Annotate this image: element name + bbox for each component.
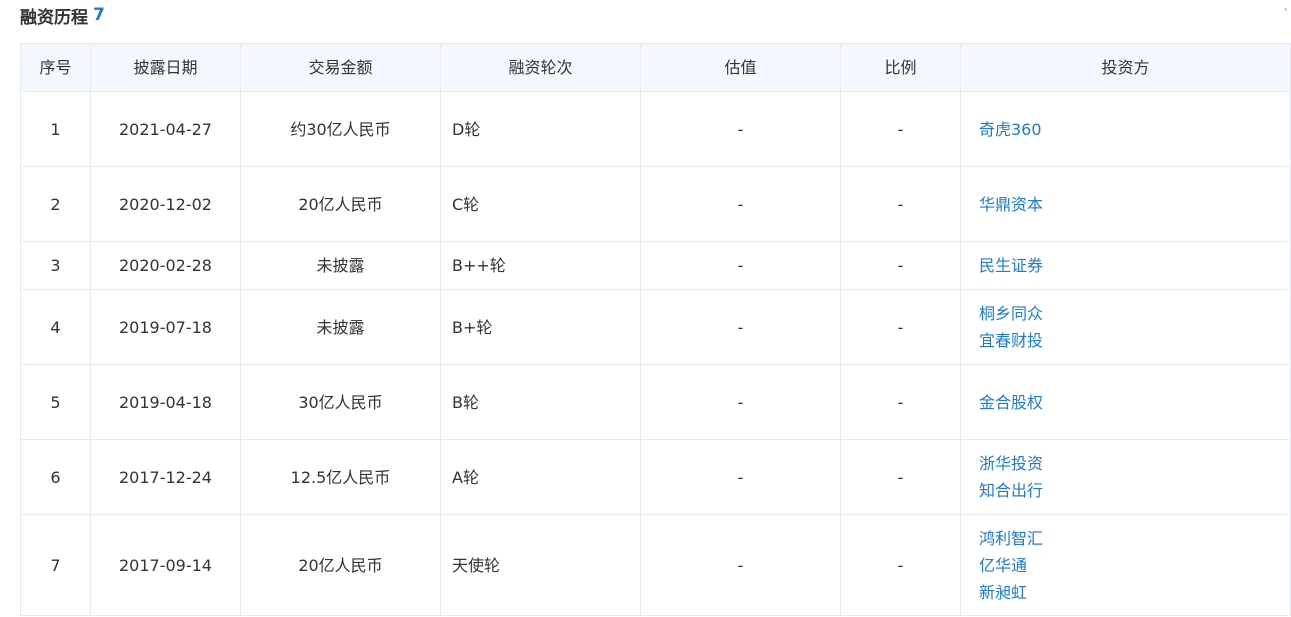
cell-ratio: - bbox=[840, 91, 961, 167]
cell-investors: 浙华投资 知合出行 bbox=[960, 439, 1291, 515]
cell-index: 2 bbox=[20, 166, 91, 242]
section-count-badge: 7 bbox=[93, 5, 105, 25]
cell-date: 2020-02-28 bbox=[90, 241, 241, 290]
financing-history-table: 序号 披露日期 交易金额 融资轮次 估值 比例 投资方 1 2021-04-27… bbox=[20, 43, 1291, 616]
table-row: 7 2017-09-14 20亿人民币 天使轮 - - 鸿利智汇 亿华通 新昶虹 bbox=[20, 514, 1291, 616]
cell-ratio: - bbox=[840, 439, 961, 515]
cell-investors: 鸿利智汇 亿华通 新昶虹 bbox=[960, 514, 1291, 616]
investor-link[interactable]: 鸿利智汇 bbox=[979, 525, 1290, 552]
cell-amount: 12.5亿人民币 bbox=[240, 439, 441, 515]
cell-amount: 30亿人民币 bbox=[240, 364, 441, 440]
column-header-round: 融资轮次 bbox=[440, 43, 641, 92]
investor-link[interactable]: 奇虎360 bbox=[979, 116, 1290, 143]
cell-date: 2021-04-27 bbox=[90, 91, 241, 167]
table-row: 5 2019-04-18 30亿人民币 B轮 - - 金合股权 bbox=[20, 364, 1291, 440]
cell-index: 7 bbox=[20, 514, 91, 616]
column-header-amount: 交易金额 bbox=[240, 43, 441, 92]
cell-ratio: - bbox=[840, 241, 961, 290]
corner-dot bbox=[1284, 8, 1287, 11]
cell-valuation: - bbox=[640, 289, 841, 365]
table-row: 2 2020-12-02 20亿人民币 C轮 - - 华鼎资本 bbox=[20, 166, 1291, 242]
cell-amount: 未披露 bbox=[240, 289, 441, 365]
cell-ratio: - bbox=[840, 364, 961, 440]
cell-index: 4 bbox=[20, 289, 91, 365]
column-header-valuation: 估值 bbox=[640, 43, 841, 92]
cell-investors: 桐乡同众 宜春财投 bbox=[960, 289, 1291, 365]
cell-index: 6 bbox=[20, 439, 91, 515]
cell-date: 2017-12-24 bbox=[90, 439, 241, 515]
investor-link[interactable]: 金合股权 bbox=[979, 389, 1290, 416]
cell-valuation: - bbox=[640, 166, 841, 242]
cell-index: 3 bbox=[20, 241, 91, 290]
cell-round: D轮 bbox=[440, 91, 641, 167]
column-header-investors: 投资方 bbox=[960, 43, 1291, 92]
cell-amount: 20亿人民币 bbox=[240, 166, 441, 242]
column-header-date: 披露日期 bbox=[90, 43, 241, 92]
cell-round: B+轮 bbox=[440, 289, 641, 365]
table-row: 1 2021-04-27 约30亿人民币 D轮 - - 奇虎360 bbox=[20, 91, 1291, 167]
table-row: 6 2017-12-24 12.5亿人民币 A轮 - - 浙华投资 知合出行 bbox=[20, 439, 1291, 515]
cell-amount: 未披露 bbox=[240, 241, 441, 290]
cell-round: C轮 bbox=[440, 166, 641, 242]
investor-link[interactable]: 民生证券 bbox=[979, 252, 1290, 279]
cell-round: A轮 bbox=[440, 439, 641, 515]
investor-link[interactable]: 亿华通 bbox=[979, 552, 1290, 579]
investor-link[interactable]: 桐乡同众 bbox=[979, 300, 1290, 327]
cell-amount: 约30亿人民币 bbox=[240, 91, 441, 167]
cell-amount: 20亿人民币 bbox=[240, 514, 441, 616]
section-header: 融资历程 7 bbox=[20, 2, 105, 28]
investor-link[interactable]: 新昶虹 bbox=[979, 579, 1290, 606]
cell-index: 5 bbox=[20, 364, 91, 440]
cell-round: 天使轮 bbox=[440, 514, 641, 616]
investor-link[interactable]: 知合出行 bbox=[979, 477, 1290, 504]
table-row: 3 2020-02-28 未披露 B++轮 - - 民生证券 bbox=[20, 241, 1291, 290]
cell-date: 2017-09-14 bbox=[90, 514, 241, 616]
cell-round: B++轮 bbox=[440, 241, 641, 290]
section-title: 融资历程 bbox=[20, 7, 88, 28]
cell-index: 1 bbox=[20, 91, 91, 167]
table-header-row: 序号 披露日期 交易金额 融资轮次 估值 比例 投资方 bbox=[20, 43, 1291, 92]
cell-date: 2020-12-02 bbox=[90, 166, 241, 242]
cell-valuation: - bbox=[640, 364, 841, 440]
cell-date: 2019-04-18 bbox=[90, 364, 241, 440]
cell-round: B轮 bbox=[440, 364, 641, 440]
cell-ratio: - bbox=[840, 289, 961, 365]
cell-valuation: - bbox=[640, 514, 841, 616]
cell-valuation: - bbox=[640, 91, 841, 167]
cell-ratio: - bbox=[840, 166, 961, 242]
column-header-ratio: 比例 bbox=[840, 43, 961, 92]
cell-investors: 华鼎资本 bbox=[960, 166, 1291, 242]
investor-link[interactable]: 浙华投资 bbox=[979, 450, 1290, 477]
table-row: 4 2019-07-18 未披露 B+轮 - - 桐乡同众 宜春财投 bbox=[20, 289, 1291, 365]
cell-investors: 金合股权 bbox=[960, 364, 1291, 440]
cell-valuation: - bbox=[640, 439, 841, 515]
cell-date: 2019-07-18 bbox=[90, 289, 241, 365]
cell-investors: 民生证券 bbox=[960, 241, 1291, 290]
investor-link[interactable]: 宜春财投 bbox=[979, 327, 1290, 354]
column-header-index: 序号 bbox=[20, 43, 91, 92]
investor-link[interactable]: 华鼎资本 bbox=[979, 191, 1290, 218]
cell-ratio: - bbox=[840, 514, 961, 616]
cell-investors: 奇虎360 bbox=[960, 91, 1291, 167]
cell-valuation: - bbox=[640, 241, 841, 290]
